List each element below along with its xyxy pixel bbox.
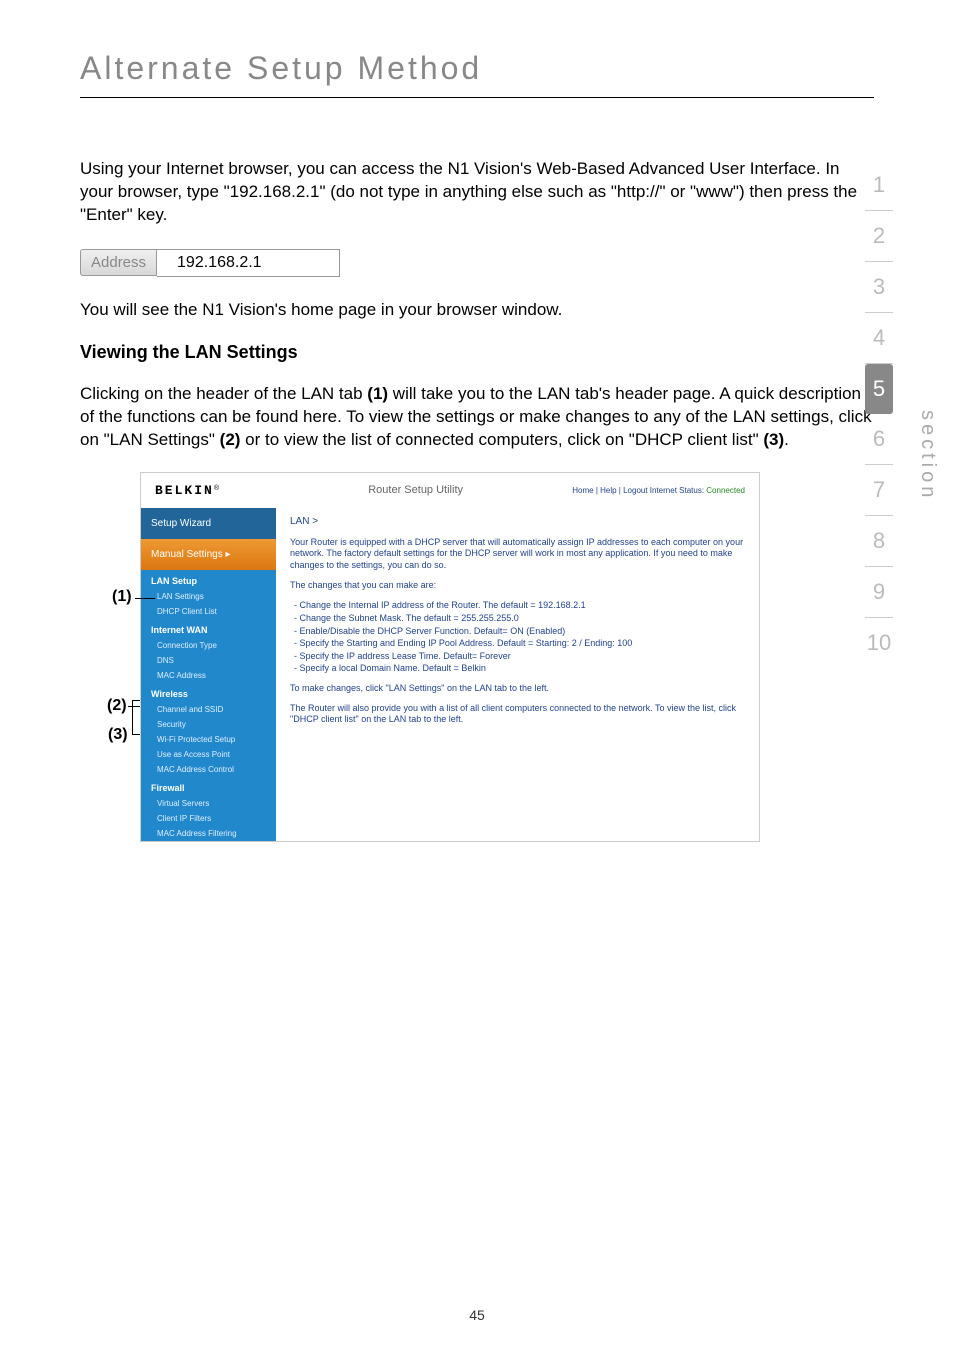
section-body: Clicking on the header of the LAN tab (1… (80, 383, 874, 452)
bullet-2: - Enable/Disable the DHCP Server Functio… (294, 625, 745, 638)
bullet-4: - Specify the IP address Lease Time. Def… (294, 650, 745, 663)
manual-settings-button[interactable]: Manual Settings ▸ (141, 539, 276, 570)
sidenav-1[interactable]: 1 (865, 160, 893, 211)
nav-mac-address[interactable]: MAC Address (141, 668, 276, 683)
nav-connection-type[interactable]: Connection Type (141, 638, 276, 653)
logo-suffix: ® (214, 485, 219, 492)
sidenav-2[interactable]: 2 (865, 211, 893, 262)
router-header-links[interactable]: Home | Help | Logout Internet Status: Co… (572, 486, 745, 495)
callout-2: (2) (107, 697, 127, 715)
address-value[interactable]: 192.168.2.1 (157, 249, 340, 277)
sidenav-3[interactable]: 3 (865, 262, 893, 313)
chevron-right-icon: ▸ (226, 549, 231, 560)
router-header: BELKIN® Router Setup Utility Home | Help… (141, 473, 759, 508)
content-p2: The changes that you can make are: (290, 580, 745, 592)
nav-lan-settings[interactable]: LAN Settings (141, 589, 276, 604)
callout-1: (1) (112, 588, 132, 606)
callout-line-1 (135, 598, 155, 599)
nav-section-lan[interactable]: LAN Setup (141, 570, 276, 589)
callout-bracket (132, 700, 140, 735)
title-underline (80, 97, 874, 98)
content-p1: Your Router is equipped with a DHCP serv… (290, 537, 745, 572)
page-number: 45 (469, 1307, 485, 1323)
section-body-4: . (784, 430, 789, 449)
bullet-0: - Change the Internal IP address of the … (294, 599, 745, 612)
page-title: Alternate Setup Method (0, 0, 954, 97)
bullet-1: - Change the Subnet Mask. The default = … (294, 612, 745, 625)
intro-paragraph: Using your Internet browser, you can acc… (80, 158, 874, 227)
content-p4: The Router will also provide you with a … (290, 703, 745, 726)
sidenav-5[interactable]: 5 (865, 364, 893, 414)
header-links-text: Home | Help | Logout Internet Status: (572, 486, 704, 495)
belkin-logo: BELKIN® (155, 483, 219, 498)
sidenav-6[interactable]: 6 (865, 414, 893, 465)
logo-text: BELKIN (155, 483, 214, 498)
callout-ref-3: (3) (763, 430, 784, 449)
section-body-3: or to view the list of connected compute… (240, 430, 763, 449)
section-label: section (916, 410, 939, 501)
status-connected: Connected (706, 486, 745, 495)
nav-access-point[interactable]: Use as Access Point (141, 747, 276, 762)
router-body: Setup Wizard Manual Settings ▸ LAN Setup… (141, 508, 759, 841)
bullet-3: - Specify the Starting and Ending IP Poo… (294, 637, 745, 650)
address-label: Address (80, 249, 157, 276)
sidenav-8[interactable]: 8 (865, 516, 893, 567)
nav-wifi-protected[interactable]: Wi-Fi Protected Setup (141, 732, 276, 747)
content-p3: To make changes, click "LAN Settings" on… (290, 683, 745, 695)
sidenav-7[interactable]: 7 (865, 465, 893, 516)
manual-settings-label: Manual Settings (151, 549, 223, 560)
router-content: LAN > Your Router is equipped with a DHC… (276, 508, 759, 841)
sidenav-10[interactable]: 10 (865, 618, 893, 668)
callout-ref-1: (1) (367, 384, 388, 403)
bullet-5: - Specify a local Domain Name. Default =… (294, 662, 745, 675)
after-address-text: You will see the N1 Vision's home page i… (80, 299, 874, 322)
callout-3: (3) (108, 726, 128, 744)
sidenav-4[interactable]: 4 (865, 313, 893, 364)
router-nav: Setup Wizard Manual Settings ▸ LAN Setup… (141, 508, 276, 841)
nav-channel-ssid[interactable]: Channel and SSID (141, 702, 276, 717)
nav-section-wan[interactable]: Internet WAN (141, 619, 276, 638)
nav-mac-control[interactable]: MAC Address Control (141, 762, 276, 777)
section-body-1: Clicking on the header of the LAN tab (80, 384, 367, 403)
nav-section-firewall[interactable]: Firewall (141, 777, 276, 796)
nav-dns[interactable]: DNS (141, 653, 276, 668)
nav-mac-filtering[interactable]: MAC Address Filtering (141, 826, 276, 841)
nav-client-ip-filters[interactable]: Client IP Filters (141, 811, 276, 826)
callout-ref-2: (2) (220, 430, 241, 449)
page-sidenav: 1 2 3 4 5 6 7 8 9 10 (854, 160, 904, 668)
sidenav-9[interactable]: 9 (865, 567, 893, 618)
router-utility-title: Router Setup Utility (368, 484, 463, 496)
section-heading: Viewing the LAN Settings (80, 342, 874, 363)
breadcrumb[interactable]: LAN > (290, 516, 745, 527)
nav-virtual-servers[interactable]: Virtual Servers (141, 796, 276, 811)
nav-section-wireless[interactable]: Wireless (141, 683, 276, 702)
router-screenshot: BELKIN® Router Setup Utility Home | Help… (140, 472, 760, 842)
nav-security[interactable]: Security (141, 717, 276, 732)
nav-dhcp-client-list[interactable]: DHCP Client List (141, 604, 276, 619)
address-bar: Address 192.168.2.1 (80, 247, 340, 279)
setup-wizard-button[interactable]: Setup Wizard (141, 508, 276, 539)
